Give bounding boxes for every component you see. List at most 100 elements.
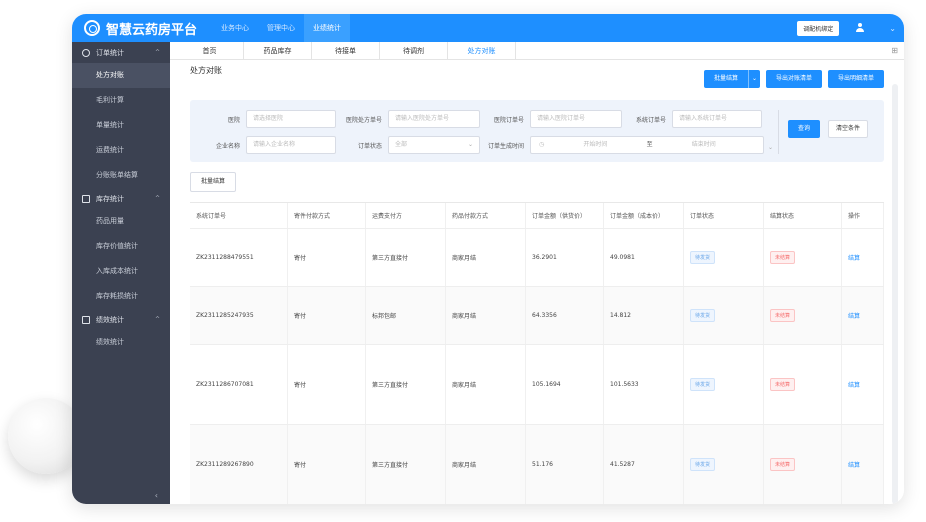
hosp-rx-input[interactable]: 请输入医院处方单号 bbox=[388, 110, 480, 128]
table-row: ZK2311285247935 寄付 标邦包邮 商家月结 64.3356 14.812 待发… bbox=[190, 287, 884, 345]
dispenser-bind-button[interactable]: 调配机绑定 bbox=[797, 20, 840, 36]
sidebar-group-inventory[interactable]: 库存统计 ^ bbox=[72, 188, 170, 209]
hospital-label: 医院 bbox=[227, 116, 240, 124]
batch-settle-secondary-button[interactable]: 批量结算 bbox=[190, 172, 237, 192]
cell-supply: 64.3356 bbox=[526, 287, 604, 344]
settle-link[interactable]: 结算 bbox=[848, 460, 860, 469]
batch-settle-button[interactable]: 批量结算 bbox=[703, 70, 748, 88]
settle-link[interactable]: 结算 bbox=[848, 253, 860, 262]
cell-pay: 寄付 bbox=[288, 287, 366, 344]
cell-text: ZK2311288479551 bbox=[196, 254, 254, 261]
sidebar-item-inventory-loss[interactable]: 库存耗损统计 bbox=[72, 284, 170, 309]
cell-text: 寄付 bbox=[294, 382, 307, 389]
start-time[interactable]: 开始时间 bbox=[583, 137, 607, 153]
sidebar-item-inventory-value[interactable]: 库存价值统计 bbox=[72, 234, 170, 259]
cell-freight: 标邦包邮 bbox=[366, 287, 446, 344]
collapse-icon[interactable]: ‹ bbox=[155, 491, 158, 500]
cell-drug-pay: 商家月结 bbox=[446, 229, 526, 286]
sidebar-item-split-bill[interactable]: 分账账单结算 bbox=[72, 163, 170, 188]
cell-order: ZK2311286707081 bbox=[190, 345, 288, 424]
sidebar-item-drug-usage[interactable]: 药品用量 bbox=[72, 209, 170, 234]
page-title: 处方对账 bbox=[190, 66, 222, 75]
hosp-order-input[interactable]: 请输入医院订单号 bbox=[530, 110, 622, 128]
cell-text: 36.2901 bbox=[532, 254, 557, 261]
sidebar: 订单统计 ^ 处方对账 毛利计算 单量统计 运费统计 分账账单结算 库存统计 ^… bbox=[72, 42, 170, 504]
sidebar-item-performance[interactable]: 绩效统计 bbox=[72, 330, 170, 355]
cell-op: 结算 bbox=[842, 287, 884, 344]
grid-icon[interactable]: ⊞ bbox=[891, 42, 898, 59]
cell-text: 第三方直接付 bbox=[372, 382, 409, 389]
top-bar: 智慧云药房平台 业务中心 管理中心 业绩统计 调配机绑定 ⌄ bbox=[72, 14, 904, 42]
query-button[interactable]: 查询 bbox=[788, 120, 820, 138]
cell-order: ZK2311289267890 bbox=[190, 425, 288, 504]
chevron-up-icon: ^ bbox=[154, 195, 160, 202]
settle-link[interactable]: 结算 bbox=[848, 380, 860, 389]
status-badge: 待发货 bbox=[690, 378, 716, 391]
main-content: 首页 药品库存 待接单 待调剂 处方对账 ⊞ 处方对账 批量结算 ⌄ 导出对账清… bbox=[170, 42, 904, 504]
sidebar-group-orders[interactable]: 订单统计 ^ bbox=[72, 42, 170, 63]
topnav-business[interactable]: 业务中心 bbox=[212, 14, 258, 42]
cell-status: 待发货 bbox=[684, 425, 764, 504]
top-nav: 业务中心 管理中心 业绩统计 bbox=[212, 14, 350, 42]
col-order: 系统订单号 bbox=[190, 203, 288, 228]
cell-op: 结算 bbox=[842, 345, 884, 424]
hospital-select[interactable]: 请选择医院 bbox=[246, 110, 336, 128]
tab-prescription-reconcile[interactable]: 处方对账 bbox=[448, 42, 516, 59]
settle-badge: 未结算 bbox=[770, 458, 796, 471]
sidebar-item-order-volume[interactable]: 单量统计 bbox=[72, 113, 170, 138]
cell-text: ZK2311285247935 bbox=[196, 312, 254, 319]
divider bbox=[778, 110, 779, 154]
cell-freight: 第三方直接付 bbox=[366, 229, 446, 286]
chevron-down-icon[interactable]: ⌄ bbox=[889, 24, 896, 33]
cell-order: ZK2311285247935 bbox=[190, 287, 288, 344]
cell-supply: 36.2901 bbox=[526, 229, 604, 286]
cell-cost: 14.812 bbox=[604, 287, 684, 344]
cell-drug-pay: 商家月结 bbox=[446, 425, 526, 504]
orders-table: 系统订单号 寄件付款方式 运费支付方 药品付款方式 订单金额（供货价） 订单金额… bbox=[190, 202, 884, 504]
tab-pending-accept[interactable]: 待接单 bbox=[312, 42, 380, 59]
col-drug-pay: 药品付款方式 bbox=[446, 203, 526, 228]
tab-drug-inventory[interactable]: 药品库存 bbox=[244, 42, 312, 59]
sidebar-item-prescription-reconcile[interactable]: 处方对账 bbox=[72, 63, 170, 88]
settle-badge: 未结算 bbox=[770, 251, 796, 264]
cell-text: 商家月结 bbox=[452, 382, 477, 389]
sidebar-item-inbound-cost[interactable]: 入库成本统计 bbox=[72, 259, 170, 284]
end-time[interactable]: 结束时间 bbox=[692, 137, 716, 153]
col-supply: 订单金额（供货价） bbox=[526, 203, 604, 228]
status-select[interactable]: 全部 ⌄ bbox=[388, 136, 480, 154]
tab-home[interactable]: 首页 bbox=[176, 42, 244, 59]
settle-badge: 未结算 bbox=[770, 378, 796, 391]
status-select-value: 全部 bbox=[395, 141, 408, 148]
settle-link[interactable]: 结算 bbox=[848, 311, 860, 320]
cell-text: ZK2311289267890 bbox=[196, 461, 254, 468]
expand-filters-icon[interactable]: ⌄ bbox=[768, 144, 773, 151]
sidebar-item-gross-profit[interactable]: 毛利计算 bbox=[72, 88, 170, 113]
topnav-performance[interactable]: 业绩统计 bbox=[304, 14, 350, 42]
chevron-down-icon[interactable]: ⌄ bbox=[747, 70, 760, 88]
col-status: 订单状态 bbox=[684, 203, 764, 228]
cell-text: 51.176 bbox=[532, 461, 553, 468]
cell-text: 64.3356 bbox=[532, 312, 557, 319]
sidebar-group-label: 订单统计 bbox=[96, 48, 124, 57]
user-icon[interactable] bbox=[855, 23, 865, 33]
hosp-order-label: 医院订单号 bbox=[493, 116, 524, 124]
col-settle: 结算状态 bbox=[764, 203, 842, 228]
topnav-management[interactable]: 管理中心 bbox=[258, 14, 304, 42]
cell-status: 待发货 bbox=[684, 345, 764, 424]
logo: 智慧云药房平台 bbox=[72, 19, 212, 38]
sidebar-group-performance[interactable]: 绩效统计 ^ bbox=[72, 309, 170, 330]
chevron-up-icon: ^ bbox=[154, 316, 160, 323]
cell-cost: 41.5287 bbox=[604, 425, 684, 504]
clear-button[interactable]: 清空条件 bbox=[828, 120, 868, 138]
export-reconcile-button[interactable]: 导出对账清单 bbox=[765, 70, 822, 88]
sidebar-item-freight[interactable]: 运费统计 bbox=[72, 138, 170, 163]
date-range-picker[interactable]: ◷ 开始时间 至 结束时间 bbox=[530, 136, 764, 154]
cell-op: 结算 bbox=[842, 229, 884, 286]
sys-order-input[interactable]: 请输入系统订单号 bbox=[672, 110, 762, 128]
company-input[interactable]: 请输入企业名称 bbox=[246, 136, 336, 154]
col-pay: 寄件付款方式 bbox=[288, 203, 366, 228]
cell-order: ZK2311288479551 bbox=[190, 229, 288, 286]
tab-pending-dispense[interactable]: 待调剂 bbox=[380, 42, 448, 59]
export-detail-button[interactable]: 导出明细清单 bbox=[827, 70, 884, 88]
scrollbar[interactable] bbox=[892, 84, 898, 504]
